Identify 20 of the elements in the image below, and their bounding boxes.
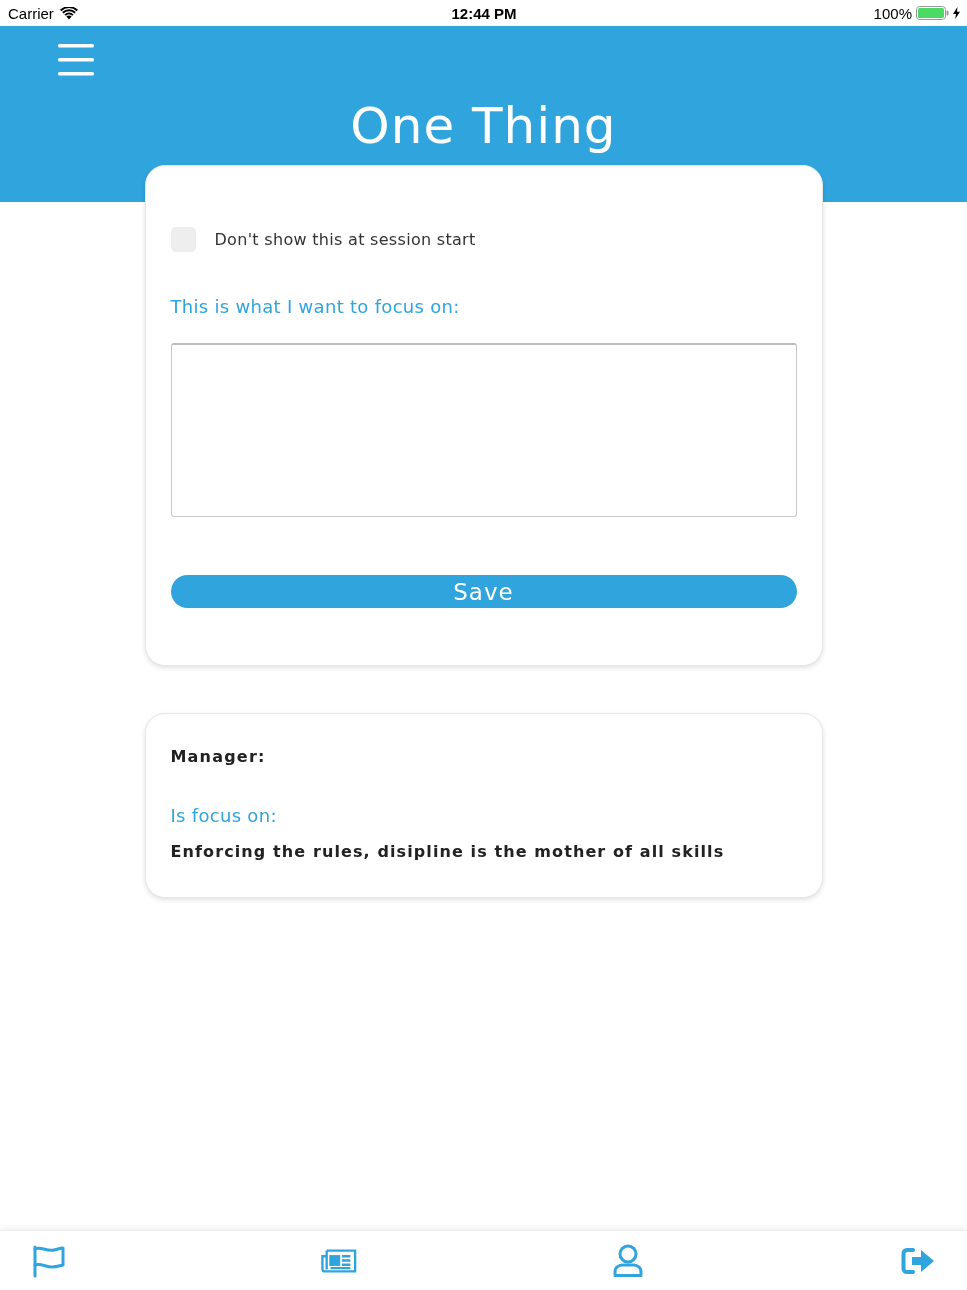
manager-heading: Manager: xyxy=(170,746,267,768)
clock-time: 12:44 PM xyxy=(451,4,517,22)
dont-show-label: Don't show this at session start xyxy=(214,230,476,249)
focus-prompt: This is what I want to focus on: xyxy=(170,295,461,319)
menu-button[interactable] xyxy=(58,42,94,78)
menu-icon xyxy=(58,42,94,78)
charging-bolt-icon xyxy=(953,7,960,19)
page-title: One Thing xyxy=(349,96,618,157)
focus-text-field[interactable] xyxy=(170,343,797,517)
manager-focus-text: Enforcing the rules, disipline is the mother of all skills xyxy=(170,841,726,863)
carrier-label: Carrier xyxy=(8,4,54,22)
user-icon xyxy=(613,1243,644,1278)
sign-out-icon xyxy=(900,1246,935,1275)
newspaper-icon xyxy=(320,1247,357,1274)
save-button[interactable]: Save xyxy=(170,575,797,608)
manager-focus-label: Is focus on: xyxy=(170,804,278,828)
wifi-icon xyxy=(59,6,78,20)
flag-icon xyxy=(32,1243,66,1278)
battery-icon xyxy=(916,6,949,20)
battery-percent: 100% xyxy=(873,4,912,22)
